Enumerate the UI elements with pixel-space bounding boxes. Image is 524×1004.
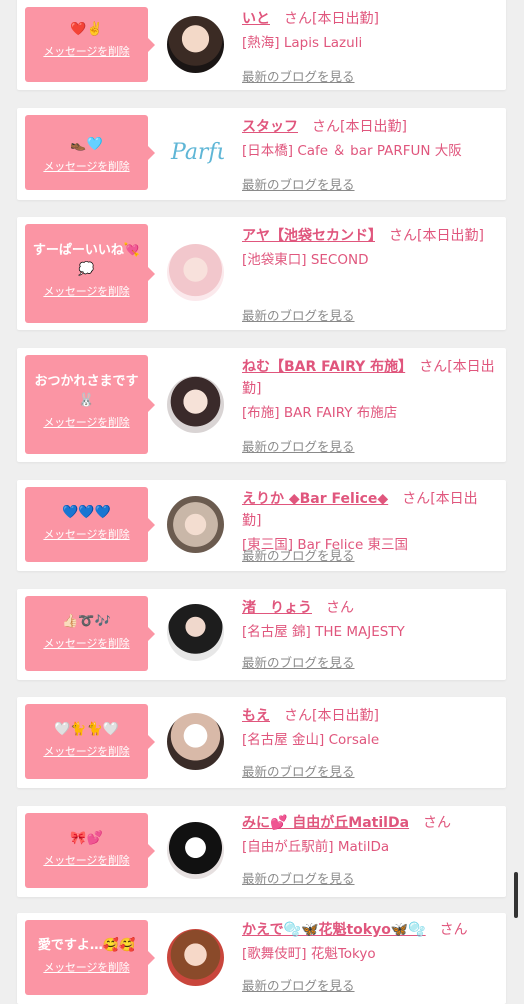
- avatar[interactable]: [167, 929, 224, 986]
- shop-text[interactable]: [歌舞伎町] 花魁Tokyo: [242, 943, 496, 965]
- latest-blog-link[interactable]: 最新のブログを見る: [242, 545, 355, 564]
- message-bubble: 👞🩵 メッセージを削除: [25, 115, 155, 190]
- name-suffix: さん: [439, 922, 468, 938]
- latest-blog-link[interactable]: 最新のブログを見る: [242, 305, 355, 324]
- shop-text[interactable]: [自由が丘駅前] MatilDa: [242, 836, 496, 858]
- shop-text[interactable]: [布施] BAR FAIRY 布施店: [242, 402, 496, 424]
- message-text: 💙💙💙: [62, 505, 111, 520]
- avatar[interactable]: [167, 496, 224, 553]
- shop-text[interactable]: [熱海] Lapis Lazuli: [242, 32, 496, 54]
- shop-text[interactable]: [池袋東口] SECOND: [242, 249, 496, 271]
- delete-message-link[interactable]: メッセージを削除: [29, 414, 144, 430]
- shop-text[interactable]: [日本橋] Cafe ＆ bar PARFUN 大阪: [242, 140, 496, 162]
- svg-text:Parfun: Parfun: [170, 140, 224, 165]
- avatar[interactable]: [167, 16, 224, 73]
- message-bubble: 🎀💕 メッセージを削除: [25, 813, 155, 888]
- delete-message-link[interactable]: メッセージを削除: [29, 743, 144, 759]
- latest-blog-link[interactable]: 最新のブログを見る: [242, 761, 355, 780]
- cast-name-link[interactable]: みに💕 自由が丘MatilDa: [242, 815, 409, 831]
- delete-message-link[interactable]: メッセージを削除: [29, 526, 144, 542]
- list-item: おつかれさまです🐰 メッセージを削除 ねむ【BAR FAIRY 布施】 さん[本…: [17, 348, 506, 462]
- cast-name-link[interactable]: アヤ【池袋セカンド】: [242, 228, 375, 244]
- message-bubble: 愛ですよ…🥰🥰 メッセージを削除: [25, 920, 155, 995]
- list-item: 🎀💕 メッセージを削除 みに💕 自由が丘MatilDa さん [自由が丘駅前] …: [17, 806, 506, 897]
- delete-message-link[interactable]: メッセージを削除: [29, 852, 144, 868]
- avatar[interactable]: [167, 376, 224, 433]
- message-bubble: 💙💙💙 メッセージを削除: [25, 487, 155, 562]
- shop-text[interactable]: [名古屋 金山] Corsale: [242, 729, 496, 751]
- avatar[interactable]: [167, 713, 224, 770]
- list-item: すーぱーいいね💘💭 メッセージを削除 アヤ【池袋セカンド】 さん[本日出勤] […: [17, 217, 506, 330]
- latest-blog-link[interactable]: 最新のブログを見る: [242, 436, 355, 455]
- cast-name-link[interactable]: スタッフ: [242, 119, 298, 135]
- list-item: 愛ですよ…🥰🥰 メッセージを削除 かえで🫧🦋花魁tokyo🦋🫧 さん [歌舞伎町…: [17, 913, 506, 1004]
- list-item: 💙💙💙 メッセージを削除 えりか ◆Bar Felice◆ さん[本日出勤] […: [17, 480, 506, 571]
- latest-blog-link[interactable]: 最新のブログを見る: [242, 174, 355, 193]
- message-bubble: 👍🏻➰🎶 メッセージを削除: [25, 596, 155, 671]
- avatar[interactable]: [167, 244, 224, 301]
- delete-message-link[interactable]: メッセージを削除: [29, 158, 144, 174]
- delete-message-link[interactable]: メッセージを削除: [29, 635, 144, 651]
- cast-name-link[interactable]: もえ: [242, 708, 270, 724]
- cast-name-link[interactable]: えりか ◆Bar Felice◆: [242, 491, 388, 507]
- latest-blog-link[interactable]: 最新のブログを見る: [242, 975, 355, 994]
- name-suffix: さん: [284, 708, 312, 724]
- name-suffix: さん: [284, 11, 312, 27]
- status-text: [本日出勤]: [312, 708, 379, 724]
- status-text: [本日出勤]: [340, 119, 407, 135]
- message-text: 👍🏻➰🎶: [62, 614, 111, 629]
- delete-message-link[interactable]: メッセージを削除: [29, 959, 144, 975]
- latest-blog-link[interactable]: 最新のブログを見る: [242, 868, 355, 887]
- list-item: 🤍🐈🐈🤍 メッセージを削除 もえ さん[本日出勤] [名古屋 金山] Corsa…: [17, 697, 506, 788]
- message-text: すーぱーいいね💘💭: [32, 243, 141, 277]
- cast-name-link[interactable]: かえで🫧🦋花魁tokyo🦋🫧: [242, 922, 426, 938]
- name-suffix: さん: [419, 359, 448, 375]
- shop-text[interactable]: [名古屋 錦] THE MAJESTY: [242, 621, 496, 643]
- delete-message-link[interactable]: メッセージを削除: [29, 283, 144, 299]
- avatar[interactable]: [167, 604, 224, 661]
- message-text: 🎀💕: [70, 831, 103, 846]
- list-item: ❤️✌️ メッセージを削除 いと さん[本日出勤] [熱海] Lapis Laz…: [17, 0, 506, 90]
- name-suffix: さん: [423, 815, 452, 831]
- message-bubble: すーぱーいいね💘💭 メッセージを削除: [25, 224, 155, 323]
- name-suffix: さん: [312, 119, 340, 135]
- name-suffix: さん: [402, 491, 431, 507]
- message-text: ❤️✌️: [70, 22, 103, 37]
- list-item: 👍🏻➰🎶 メッセージを削除 渚 りょう さん [名古屋 錦] THE MAJES…: [17, 589, 506, 680]
- message-bubble: ❤️✌️ メッセージを削除: [25, 7, 155, 82]
- avatar[interactable]: Parfun: [167, 124, 224, 181]
- message-text: 愛ですよ…🥰🥰: [37, 938, 136, 953]
- status-text: [本日出勤]: [312, 11, 379, 27]
- latest-blog-link[interactable]: 最新のブログを見る: [242, 66, 355, 85]
- message-bubble: 🤍🐈🐈🤍 メッセージを削除: [25, 704, 155, 779]
- scrollbar[interactable]: [514, 872, 518, 918]
- delete-message-link[interactable]: メッセージを削除: [29, 43, 144, 59]
- name-suffix: さん: [389, 228, 417, 244]
- message-text: 🤍🐈🐈🤍: [54, 722, 119, 737]
- avatar[interactable]: [167, 822, 224, 879]
- list-item: 👞🩵 メッセージを削除 Parfun スタッフ さん[本日出勤] [日本橋] C…: [17, 108, 506, 200]
- message-text: 👞🩵: [70, 137, 103, 152]
- latest-blog-link[interactable]: 最新のブログを見る: [242, 652, 355, 671]
- cast-name-link[interactable]: いと: [242, 11, 270, 27]
- name-suffix: さん: [326, 600, 354, 616]
- message-text: おつかれさまです🐰: [34, 374, 139, 408]
- cast-name-link[interactable]: 渚 りょう: [242, 600, 312, 616]
- cast-name-link[interactable]: ねむ【BAR FAIRY 布施】: [242, 359, 405, 375]
- message-bubble: おつかれさまです🐰 メッセージを削除: [25, 355, 155, 454]
- status-text: [本日出勤]: [417, 228, 484, 244]
